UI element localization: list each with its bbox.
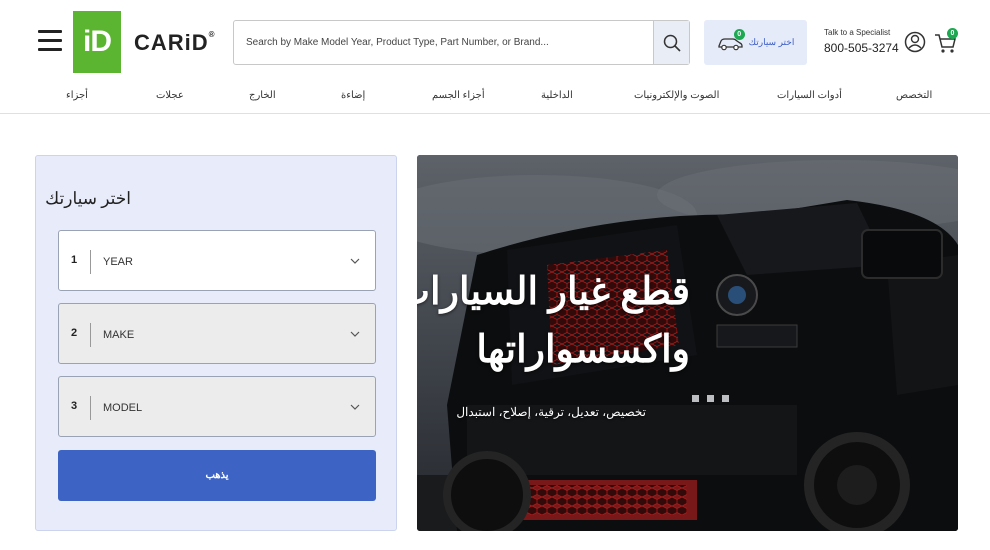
field-label: MODEL [103,402,143,414]
vehicle-selector: اختر سيارتك 1 YEAR 2 MAKE 3 MODEL يذهب [35,155,397,531]
selector-title: اختر سيارتك [45,189,131,208]
specialist-phone[interactable]: 800-505-3274 [824,41,899,55]
nav-item-tools[interactable]: أدوات السيارات [777,90,842,101]
field-label: YEAR [103,256,133,268]
header: iD CARiD® 0 اختر سيارتك Talk to a Specia… [0,0,990,80]
nav-item-body-parts[interactable]: أجزاء الجسم [432,90,485,101]
menu-icon[interactable] [38,30,62,52]
nav-item-interior[interactable]: الداخلية [541,90,573,101]
nav-item-specialty[interactable]: التخصص [896,90,932,101]
search-button[interactable] [653,21,689,64]
chevron-down-icon [350,404,360,410]
field-number: 1 [71,254,78,266]
cart-count-badge: 0 [947,28,958,39]
category-nav: التخصص أدوات السيارات الصوت والإلكترونيا… [0,82,990,114]
model-select[interactable]: 3 MODEL [58,376,376,437]
make-select[interactable]: 2 MAKE [58,303,376,364]
account-icon[interactable] [904,30,926,54]
car-icon: 0 [717,28,745,51]
field-number: 3 [71,400,78,412]
hero-banner[interactable]: قطع غيار السيارات واكسسواراتها تخصيص، تع… [417,155,958,531]
nav-item-exterior[interactable]: الخارج [249,90,276,101]
specialist-contact[interactable]: Talk to a Specialist 800-505-3274 [824,28,899,55]
field-divider [90,250,91,274]
hero-subtitle: تخصيص، تعديل، ترقية، إصلاح، استبدال [456,405,646,419]
specialist-label: Talk to a Specialist [824,28,891,37]
search-icon [663,34,681,52]
select-vehicle-label: اختر سيارتك [748,37,795,47]
nav-item-lighting[interactable]: إضاءة [341,90,365,101]
chevron-down-icon [350,331,360,337]
field-divider [90,323,91,347]
logo-mark[interactable]: iD [73,11,121,73]
hero-title: قطع غيار السيارات واكسسواراتها [417,263,690,379]
year-select[interactable]: 1 YEAR [58,230,376,291]
cart-icon[interactable]: 0 [934,28,960,54]
chevron-down-icon [350,258,360,264]
nav-item-parts[interactable]: أجزاء [66,90,88,101]
field-divider [90,396,91,420]
logo-text[interactable]: CARiD® [134,30,216,56]
hero-title-line1: قطع غيار السيارات [417,271,690,313]
field-number: 2 [71,327,78,339]
hero-title-line2: واكسسواراتها [476,329,690,371]
vehicle-count-badge: 0 [733,28,745,40]
search-input[interactable] [234,21,653,64]
nav-item-wheels[interactable]: عجلات [156,90,184,101]
select-vehicle-button[interactable]: 0 اختر سيارتك [704,20,807,65]
logo-wordmark: CARiD [134,30,209,55]
nav-item-audio-electronics[interactable]: الصوت والإلكترونيات [634,90,719,101]
logo-mark-text: iD [83,25,112,58]
search-bar [233,20,690,65]
go-button[interactable]: يذهب [58,450,376,501]
logo-registered: ® [208,30,216,39]
field-label: MAKE [103,329,135,341]
